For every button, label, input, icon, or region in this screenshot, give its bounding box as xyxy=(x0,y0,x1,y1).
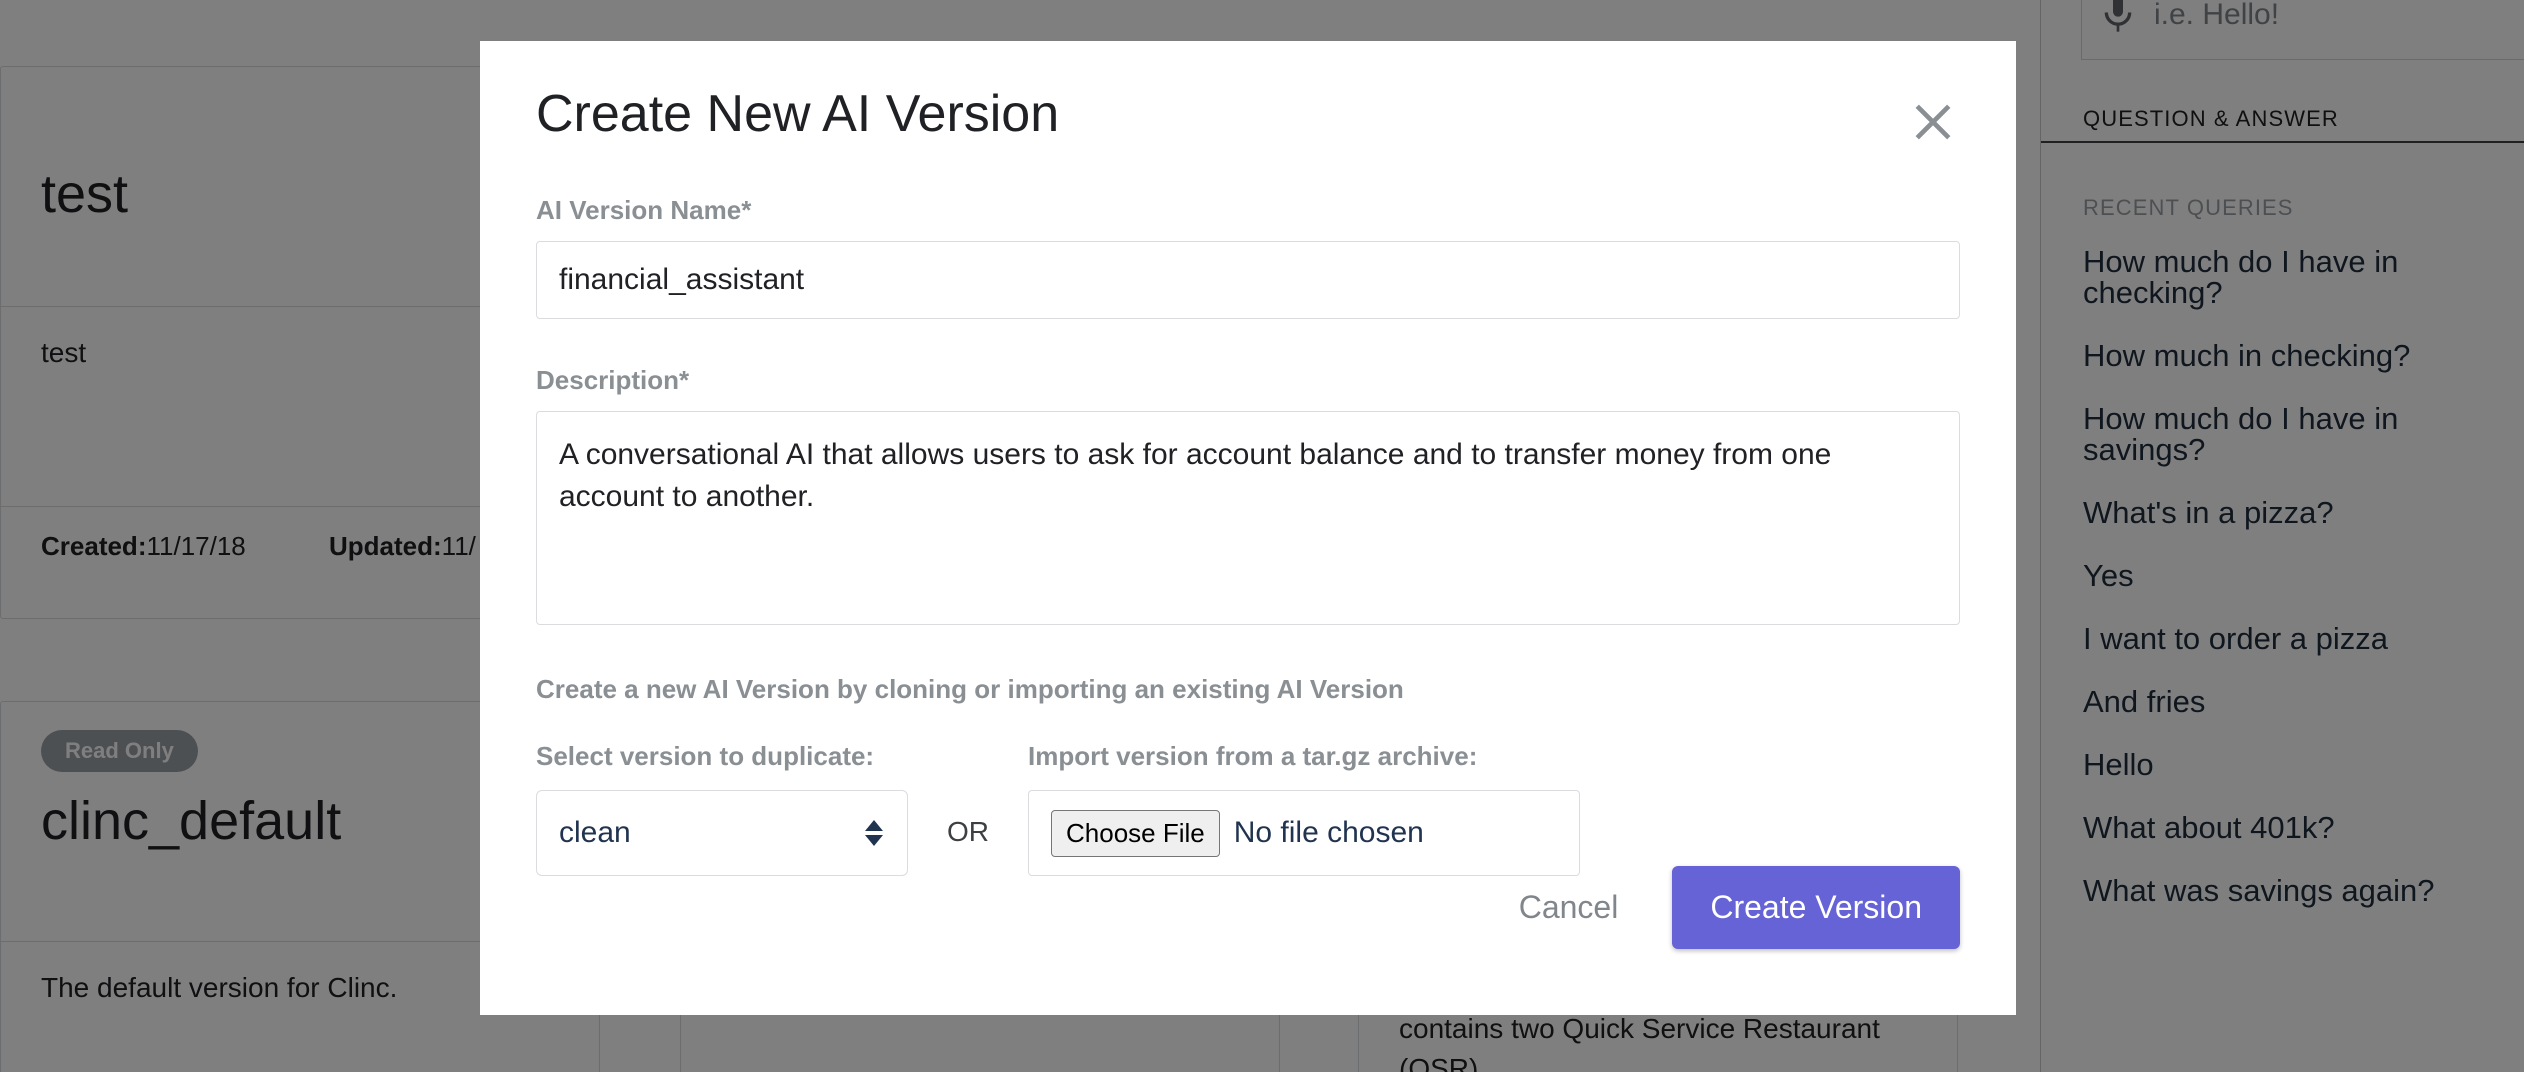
choose-file-button[interactable]: Choose File xyxy=(1051,810,1220,857)
ai-version-name-input[interactable] xyxy=(536,241,1960,319)
app-root: test test Created:11/17/18 Updated:11/ R… xyxy=(0,0,2524,1072)
duplicate-version-value: clean xyxy=(559,816,631,850)
ai-version-name-label: AI Version Name* xyxy=(536,195,1960,226)
modal-title: Create New AI Version xyxy=(536,85,1059,145)
clone-import-note: Create a new AI Version by cloning or im… xyxy=(536,674,1960,705)
file-upload-field[interactable]: Choose File No file chosen xyxy=(1028,790,1580,876)
create-ai-version-modal: Create New AI Version AI Version Name* D… xyxy=(480,41,2016,1015)
import-archive-label: Import version from a tar.gz archive: xyxy=(1028,741,1580,772)
duplicate-column: Select version to duplicate: clean xyxy=(536,741,908,876)
file-name-text: No file chosen xyxy=(1234,816,1424,850)
import-column: Import version from a tar.gz archive: Ch… xyxy=(1028,741,1580,876)
description-textarea[interactable]: A conversational AI that allows users to… xyxy=(536,411,1960,625)
duplicate-version-select[interactable]: clean xyxy=(536,790,908,876)
modal-header: Create New AI Version xyxy=(536,85,1960,149)
description-label: Description* xyxy=(536,365,1960,396)
close-icon xyxy=(1906,137,1960,152)
cancel-button[interactable]: Cancel xyxy=(1485,871,1653,944)
select-version-label: Select version to duplicate: xyxy=(536,741,908,772)
chevron-updown-icon xyxy=(865,820,883,846)
duplicate-import-row: Select version to duplicate: clean OR Im… xyxy=(536,741,1960,876)
close-button[interactable] xyxy=(1906,95,1960,149)
or-separator: OR xyxy=(908,816,1028,876)
modal-footer-actions: Cancel Create Version xyxy=(1485,866,1960,949)
create-version-button[interactable]: Create Version xyxy=(1672,866,1960,949)
